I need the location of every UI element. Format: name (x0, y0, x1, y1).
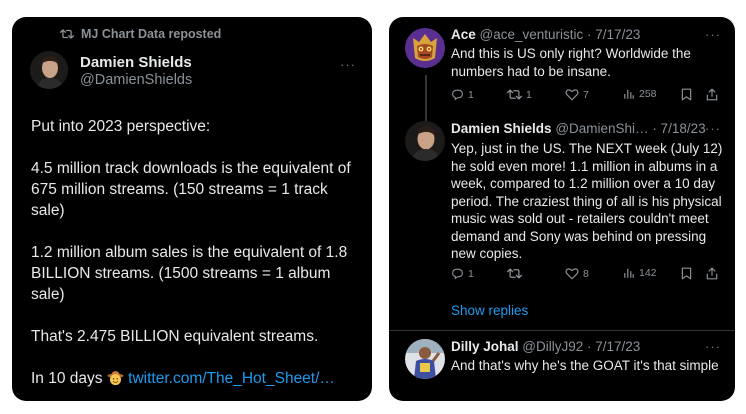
reply-text: And that's why he's the GOAT it's that s… (451, 358, 719, 373)
repost-count: 1 (526, 88, 532, 101)
share-icon (706, 88, 718, 101)
reply-header: Damien Shields @DamienShi… · 7/18/23 (451, 121, 706, 136)
views-button[interactable]: 142 (623, 267, 657, 279)
reply-author-handle[interactable]: @DillyJ92 (522, 339, 583, 354)
more-options-icon[interactable]: ··· (705, 121, 721, 136)
tweet-link[interactable]: twitter.com/The_Hot_Sheet/… (128, 370, 335, 387)
tweet-text: Put into 2023 perspective: 4.5 million t… (31, 116, 361, 401)
bookmark-button[interactable] (681, 267, 692, 280)
reply-date[interactable]: · 7/17/23 (587, 27, 640, 42)
reply-count: 1 (468, 267, 474, 280)
like-button[interactable]: 8 (565, 267, 589, 280)
reply-actions: 1 8 142 (451, 267, 721, 281)
repost-icon (507, 89, 522, 100)
repost-button[interactable]: 1 (507, 88, 532, 101)
like-count: 7 (583, 88, 589, 101)
avatar[interactable] (405, 121, 445, 161)
heart-icon (565, 89, 579, 101)
heart-icon (565, 268, 579, 280)
reply-header: Ace @ace_venturistic · 7/17/23 (451, 27, 640, 42)
tweet-paragraph-prefix: In 10 days (31, 370, 103, 387)
reply-text: And this is US only right? Worldwide the… (451, 46, 691, 79)
views-button[interactable]: 258 (623, 88, 657, 100)
repost-button[interactable] (507, 267, 526, 280)
share-button[interactable] (706, 88, 718, 101)
share-icon (706, 267, 718, 280)
reply-button[interactable]: 1 (451, 88, 474, 101)
reply-thread: Ace @ace_venturistic · 7/17/23 ··· And t… (389, 17, 735, 401)
more-options-icon[interactable]: ··· (340, 57, 356, 72)
view-count: 142 (639, 267, 657, 279)
divider (389, 330, 735, 331)
bookmark-icon (681, 267, 692, 280)
tweet-paragraph: That's 2.475 BILLION equivalent streams. (31, 328, 319, 345)
more-options-icon[interactable]: ··· (705, 339, 721, 354)
like-button[interactable]: 7 (565, 88, 589, 101)
views-icon (624, 89, 634, 99)
repost-label: MJ Chart Data reposted (81, 27, 222, 41)
quoted-tweet-card: MJ Chart Data reposted Damien Shields @D… (12, 17, 372, 401)
tweet-paragraph: Put into 2023 perspective: (31, 118, 211, 135)
reply-date[interactable]: · 7/18/23 (652, 121, 705, 136)
reply-author-name[interactable]: Dilly Johal (451, 339, 519, 354)
reply-icon (452, 268, 463, 280)
avatar[interactable] (30, 51, 68, 89)
author-handle[interactable]: @DamienShields (80, 72, 192, 88)
tweet-paragraph: 4.5 million track downloads is the equiv… (31, 160, 351, 219)
repost-indicator[interactable]: MJ Chart Data reposted (60, 27, 221, 41)
author-name[interactable]: Damien Shields (80, 54, 192, 71)
show-replies-link[interactable]: Show replies (451, 303, 528, 318)
tweet-last-line: In 10 days twitter.com/The_Hot_Sheet/… (31, 368, 361, 389)
reply-header: Dilly Johal @DillyJ92 · 7/17/23 (451, 339, 640, 354)
share-button[interactable] (706, 267, 718, 280)
reply-actions: 1 1 7 258 (451, 88, 721, 102)
more-options-icon[interactable]: ··· (705, 27, 721, 42)
cowboy-emoji-icon (107, 369, 124, 386)
reply-date[interactable]: · 7/17/23 (587, 339, 640, 354)
reply-text: Yep, just in the US. The NEXT week (July… (451, 141, 723, 261)
reply-author-name[interactable]: Ace (451, 27, 476, 42)
bookmark-button[interactable] (681, 88, 692, 101)
reply-count: 1 (468, 88, 474, 101)
reply-author-name[interactable]: Damien Shields (451, 121, 552, 136)
like-count: 8 (583, 267, 589, 280)
avatar[interactable] (405, 28, 445, 68)
reply-button[interactable]: 1 (451, 267, 474, 280)
repost-icon (60, 28, 74, 40)
reply-author-handle[interactable]: @ace_venturistic (480, 27, 584, 42)
avatar[interactable] (405, 339, 445, 379)
bookmark-icon (681, 88, 692, 101)
tweet-paragraph: 1.2 million album sales is the equivalen… (31, 244, 348, 303)
repost-icon (507, 268, 522, 279)
view-count: 258 (639, 88, 657, 100)
reply-author-handle[interactable]: @DamienShi… (555, 121, 648, 136)
reply-icon (452, 89, 463, 101)
views-icon (624, 268, 634, 278)
